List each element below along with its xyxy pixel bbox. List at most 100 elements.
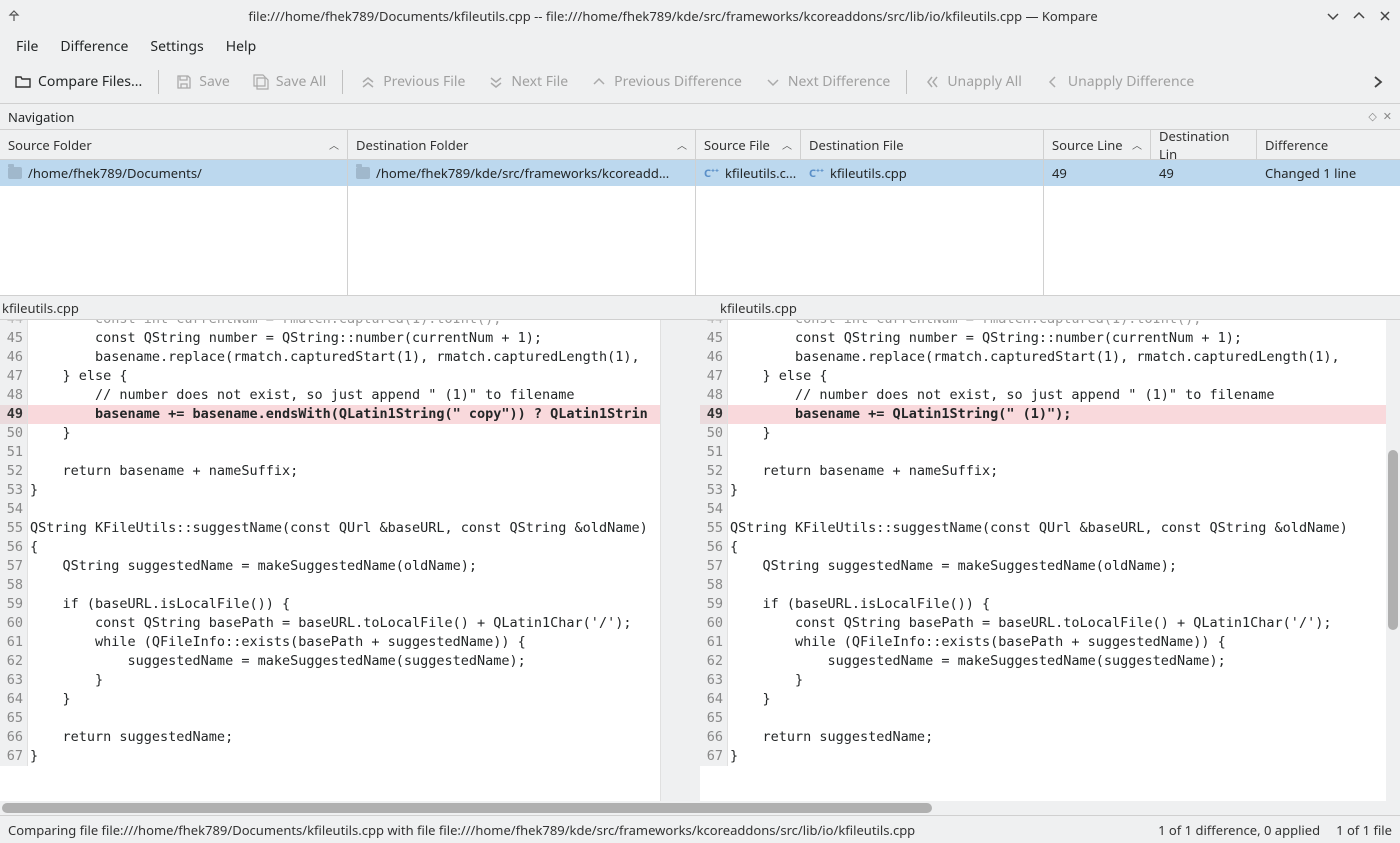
code-line[interactable]: 46 basename.replace(rmatch.capturedStart…	[0, 348, 700, 367]
code-line[interactable]: 55QString KFileUtils::suggestName(const …	[0, 519, 700, 538]
code-line[interactable]: 57 QString suggestedName = makeSuggested…	[700, 557, 1400, 576]
code-text: }	[28, 424, 71, 443]
code-text	[728, 709, 730, 728]
line-number: 52	[0, 462, 28, 481]
code-line[interactable]: 54	[0, 500, 700, 519]
code-line[interactable]: 66 return suggestedName;	[0, 728, 700, 747]
code-line[interactable]: 51	[700, 443, 1400, 462]
code-line[interactable]: 57 QString suggestedName = makeSuggested…	[0, 557, 700, 576]
code-text: {	[28, 538, 38, 557]
save-all-button: Save All	[242, 66, 336, 97]
code-line[interactable]: 67}	[700, 747, 1400, 766]
toolbar-separator	[906, 70, 907, 94]
line-number: 65	[0, 709, 28, 728]
code-line[interactable]: 46 basename.replace(rmatch.capturedStart…	[700, 348, 1400, 367]
column-header[interactable]: Source File︿ Destination File	[696, 130, 1043, 160]
menu-settings[interactable]: Settings	[140, 33, 213, 60]
unapply-difference-button: Unapply Difference	[1034, 66, 1204, 97]
code-line[interactable]: 60 const QString basePath = baseURL.toLo…	[0, 614, 700, 633]
vertical-scrollbar[interactable]	[1386, 320, 1400, 801]
horizontal-scrollbar[interactable]	[0, 801, 1400, 815]
code-line[interactable]: 47 } else {	[0, 367, 700, 386]
code-line[interactable]: 58	[0, 576, 700, 595]
code-text: return suggestedName;	[28, 728, 233, 747]
destination-code-area[interactable]: 44 const int currentNum = rmatch.capture…	[700, 320, 1400, 801]
code-text: } else {	[28, 367, 128, 386]
code-line[interactable]: 64 }	[0, 690, 700, 709]
code-line[interactable]: 49 basename += basename.endsWith(QLatin1…	[0, 405, 700, 424]
code-text: } else {	[728, 367, 828, 386]
code-line[interactable]: 59 if (baseURL.isLocalFile()) {	[0, 595, 700, 614]
compare-files-button[interactable]: Compare Files...	[4, 66, 152, 97]
code-line[interactable]: 45 const QString number = QString::numbe…	[700, 329, 1400, 348]
table-row[interactable]: C⁺⁺kfileutils.c... C⁺⁺kfileutils.cpp	[696, 160, 1043, 186]
scrollbar-thumb[interactable]	[1388, 450, 1398, 630]
toolbar-overflow-button[interactable]	[1360, 68, 1396, 96]
panel-float-button[interactable]: ◇	[1368, 109, 1376, 124]
table-row[interactable]: /home/fhek789/kde/src/frameworks/kcoread…	[348, 160, 695, 186]
code-line[interactable]: 61 while (QFileInfo::exists(basePath + s…	[0, 633, 700, 652]
folder-icon	[14, 73, 32, 91]
code-line[interactable]: 44 const int currentNum = rmatch.capture…	[700, 320, 1400, 329]
next-file-button: Next File	[477, 66, 578, 97]
menu-difference[interactable]: Difference	[50, 33, 138, 60]
line-number: 65	[700, 709, 728, 728]
close-button[interactable]	[1378, 9, 1392, 23]
code-line[interactable]: 60 const QString basePath = baseURL.toLo…	[700, 614, 1400, 633]
code-line[interactable]: 53}	[700, 481, 1400, 500]
scrollbar-thumb[interactable]	[2, 803, 932, 813]
code-line[interactable]: 67}	[0, 747, 700, 766]
code-text	[728, 443, 730, 462]
code-line[interactable]: 56{	[0, 538, 700, 557]
code-text: const int currentNum = rmatch.captured(1…	[28, 320, 501, 329]
code-line[interactable]: 48 // number does not exist, so just app…	[700, 386, 1400, 405]
source-code-area[interactable]: 44 const int currentNum = rmatch.capture…	[0, 320, 700, 801]
pin-icon[interactable]	[8, 10, 26, 22]
code-line[interactable]: 49 basename += QLatin1String(" (1)");	[700, 405, 1400, 424]
code-line[interactable]: 62 suggestedName = makeSuggestedName(sug…	[0, 652, 700, 671]
panel-close-button[interactable]: ✕	[1383, 109, 1392, 124]
line-number: 54	[0, 500, 28, 519]
code-line[interactable]: 58	[700, 576, 1400, 595]
code-line[interactable]: 48 // number does not exist, so just app…	[0, 386, 700, 405]
maximize-button[interactable]	[1352, 9, 1366, 23]
code-line[interactable]: 50 }	[700, 424, 1400, 443]
code-line[interactable]: 45 const QString number = QString::numbe…	[0, 329, 700, 348]
cpp-icon: C⁺⁺	[704, 166, 719, 181]
code-line[interactable]: 64 }	[700, 690, 1400, 709]
menu-help[interactable]: Help	[216, 33, 267, 60]
double-down-icon	[487, 73, 505, 91]
line-number: 58	[0, 576, 28, 595]
code-line[interactable]: 65	[700, 709, 1400, 728]
code-line[interactable]: 62 suggestedName = makeSuggestedName(sug…	[700, 652, 1400, 671]
table-row[interactable]: 49 49 Changed 1 line	[1044, 160, 1400, 186]
code-line[interactable]: 51	[0, 443, 700, 462]
code-line[interactable]: 52 return basename + nameSuffix;	[700, 462, 1400, 481]
dst-line-header: Destination Lin	[1159, 130, 1248, 163]
code-line[interactable]: 61 while (QFileInfo::exists(basePath + s…	[700, 633, 1400, 652]
destination-pane-header: kfileutils.cpp	[700, 296, 1400, 320]
code-line[interactable]: 54	[700, 500, 1400, 519]
line-number: 61	[700, 633, 728, 652]
save-button: Save	[165, 66, 240, 97]
code-line[interactable]: 44 const int currentNum = rmatch.capture…	[0, 320, 700, 329]
code-line[interactable]: 47 } else {	[700, 367, 1400, 386]
compare-label: Compare Files...	[38, 72, 142, 91]
code-line[interactable]: 53}	[0, 481, 700, 500]
code-line[interactable]: 66 return suggestedName;	[700, 728, 1400, 747]
code-line[interactable]: 56{	[700, 538, 1400, 557]
code-line[interactable]: 52 return basename + nameSuffix;	[0, 462, 700, 481]
code-line[interactable]: 55QString KFileUtils::suggestName(const …	[700, 519, 1400, 538]
column-header[interactable]: Destination Folder︿	[348, 130, 695, 160]
minimize-button[interactable]	[1326, 9, 1340, 23]
code-line[interactable]: 50 }	[0, 424, 700, 443]
code-line[interactable]: 63 }	[700, 671, 1400, 690]
column-header[interactable]: Source Line︿ Destination Lin Difference	[1044, 130, 1400, 160]
table-row[interactable]: /home/fhek789/Documents/	[0, 160, 347, 186]
column-header[interactable]: Source Folder︿	[0, 130, 347, 160]
code-line[interactable]: 63 }	[0, 671, 700, 690]
code-text: }	[728, 424, 771, 443]
code-line[interactable]: 65	[0, 709, 700, 728]
code-line[interactable]: 59 if (baseURL.isLocalFile()) {	[700, 595, 1400, 614]
menu-file[interactable]: File	[6, 33, 48, 60]
